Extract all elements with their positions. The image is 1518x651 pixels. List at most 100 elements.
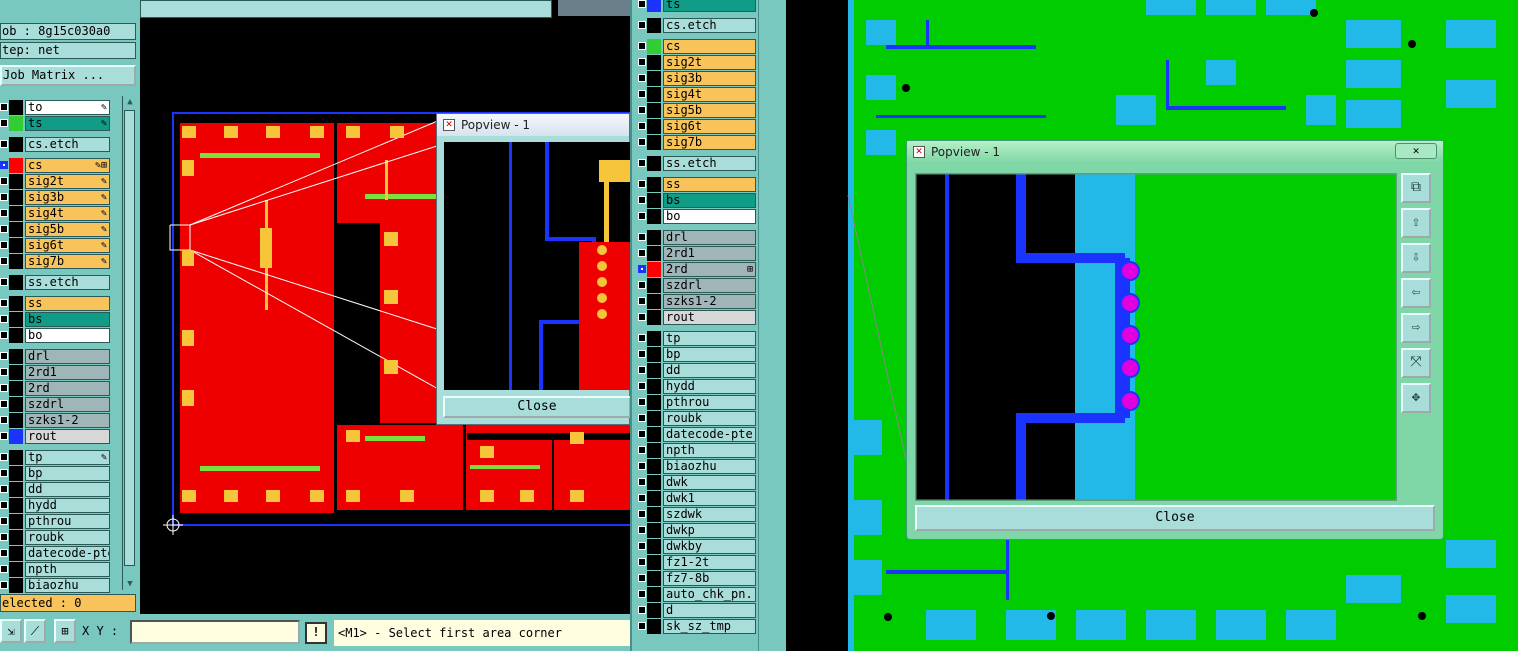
layer-name[interactable]: 2rd [25,381,110,396]
scroll-down-icon[interactable]: ▼ [123,578,137,590]
layer-color-swatch[interactable] [9,466,23,481]
window-close-icon[interactable]: ✕ [1395,143,1437,159]
layer-color-swatch[interactable] [9,100,23,115]
job-matrix-button[interactable]: Job Matrix ... [0,65,136,86]
popview-canvas[interactable] [915,173,1397,501]
layer-row[interactable]: sig2t ✎ [0,174,110,189]
layer-row[interactable]: drl [638,230,756,245]
layer-color-swatch[interactable] [647,619,661,634]
pan-right-icon[interactable]: ⇨ [1401,313,1431,343]
layer-row[interactable]: dwk [638,475,756,490]
layer-checkbox[interactable] [638,398,646,406]
layer-row[interactable]: szdrl [638,278,756,293]
layer-name[interactable]: tp ✎ [25,450,110,465]
layer-name[interactable]: sig4t [663,87,756,102]
layer-row[interactable]: ss.etch [638,156,756,171]
layer-color-swatch[interactable] [647,18,661,33]
layer-checkbox[interactable] [638,233,646,241]
layer-color-swatch[interactable] [647,278,661,293]
layer-color-swatch[interactable] [9,450,23,465]
layer-name[interactable]: datecode-pte [25,546,110,561]
layer-row[interactable]: fz1-2t [638,555,756,570]
layer-name[interactable]: szdrl [663,278,756,293]
layer-checkbox[interactable] [638,74,646,82]
layer-color-swatch[interactable] [9,137,23,152]
layer-name[interactable]: drl [663,230,756,245]
layer-name[interactable]: sk_sz_tmp [663,619,756,634]
layer-color-swatch[interactable] [647,443,661,458]
layer-row[interactable]: sig3b ✎ [0,190,110,205]
layer-checkbox[interactable] [638,106,646,114]
layer-checkbox[interactable] [638,122,646,130]
layer-color-swatch[interactable] [9,296,23,311]
layer-name[interactable]: hydd [25,498,110,513]
layer-name[interactable]: roubk [663,411,756,426]
layer-checkbox[interactable] [0,161,8,169]
layer-color-swatch[interactable] [9,578,23,593]
layer-color-swatch[interactable] [9,397,23,412]
layer-row[interactable]: dd [0,482,110,497]
layer-color-swatch[interactable] [647,331,661,346]
layer-checkbox[interactable] [0,581,8,589]
layer-row[interactable]: ss.etch [0,275,110,290]
layer-color-swatch[interactable] [647,603,661,618]
layer-checkbox[interactable] [638,606,646,614]
layer-row[interactable]: dwkby [638,539,756,554]
layer-name[interactable]: sig3b ✎ [25,190,110,205]
layer-name[interactable]: pthrou [663,395,756,410]
layer-checkbox[interactable] [0,225,8,233]
layer-checkbox[interactable] [638,558,646,566]
layer-color-swatch[interactable] [647,39,661,54]
layer-name[interactable]: bp [25,466,110,481]
layer-row[interactable]: datecode-pte [0,546,110,561]
layer-checkbox[interactable] [638,414,646,422]
layer-checkbox[interactable] [0,315,8,323]
layer-checkbox[interactable] [0,299,8,307]
layer-name[interactable]: sig6t ✎ [25,238,110,253]
layer-checkbox[interactable] [0,400,8,408]
layer-name[interactable]: sig7b ✎ [25,254,110,269]
layer-color-swatch[interactable] [9,158,23,173]
layer-color-swatch[interactable] [9,498,23,513]
layer-checkbox[interactable] [638,90,646,98]
layer-checkbox[interactable] [638,526,646,534]
layer-name[interactable]: 2rd ⊞ [663,262,756,277]
layer-checkbox[interactable] [0,565,8,573]
layer-checkbox[interactable] [0,533,8,541]
layer-name[interactable]: sig7b [663,135,756,150]
layer-row[interactable]: 2rd1 [638,246,756,261]
layer-row[interactable]: ss [0,296,110,311]
layer-row[interactable]: bo [0,328,110,343]
layer-name[interactable]: szks1-2 [25,413,110,428]
layer-checkbox[interactable] [638,366,646,374]
layer-row[interactable]: roubk [638,411,756,426]
layer-row[interactable]: tp [638,331,756,346]
layer-checkbox[interactable] [638,58,646,66]
layer-checkbox[interactable] [638,0,646,8]
layer-checkbox[interactable] [0,103,8,111]
layer-row[interactable]: bo [638,209,756,224]
layer-name[interactable]: sig2t [663,55,756,70]
layer-color-swatch[interactable] [9,190,23,205]
zoom-in-icon[interactable]: ✥ [1401,383,1431,413]
layer-color-swatch[interactable] [9,429,23,444]
layer-checkbox[interactable] [638,574,646,582]
layer-name[interactable]: sig5b [663,103,756,118]
layer-name[interactable]: d [663,603,756,618]
layer-row[interactable]: bp [638,347,756,362]
layer-row[interactable]: to ✎ [0,100,110,115]
layer-color-swatch[interactable] [647,587,661,602]
layer-color-swatch[interactable] [647,294,661,309]
layer-color-swatch[interactable] [647,193,661,208]
pan-down-icon[interactable]: ⇩ [1401,243,1431,273]
layer-name[interactable]: szdwk [663,507,756,522]
layer-color-swatch[interactable] [647,555,661,570]
layer-name[interactable]: dwk1 [663,491,756,506]
layer-checkbox[interactable] [638,281,646,289]
layer-color-swatch[interactable] [647,230,661,245]
layer-checkbox[interactable] [0,177,8,185]
layer-row[interactable]: cs ✎⊞ [0,158,110,173]
layer-name[interactable]: npth [663,443,756,458]
layer-name[interactable]: rout [25,429,110,444]
layer-color-swatch[interactable] [9,312,23,327]
